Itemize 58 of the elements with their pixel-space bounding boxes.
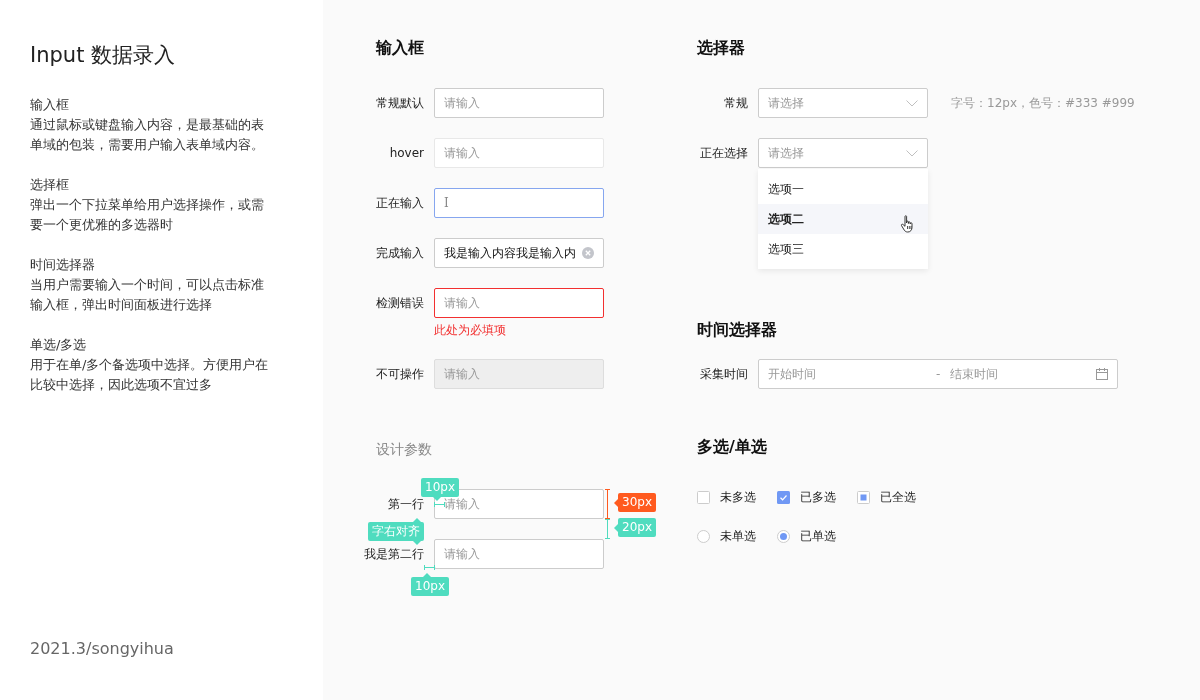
field-label: 第一行: [387, 496, 424, 513]
dimension-line: [434, 502, 445, 507]
input-field[interactable]: I: [434, 188, 604, 218]
checkbox-label: 已多选: [800, 488, 837, 506]
chevron-down-icon: [906, 99, 918, 107]
range-separator: -: [936, 367, 942, 381]
field-label: 完成输入: [376, 245, 424, 262]
radio-label: 已单选: [800, 527, 837, 545]
field-label: 常规: [723, 95, 748, 112]
section-title: 多选/单选: [697, 436, 768, 458]
radio-label: 未单选: [720, 527, 757, 545]
section-title: 时间选择器: [697, 319, 778, 341]
section-subtitle: 设计参数: [376, 440, 433, 458]
field-label: 正在输入: [376, 195, 424, 212]
date-range-field[interactable]: 开始时间 - 结束时间: [758, 359, 1118, 389]
field-label: 检测错误: [376, 295, 424, 312]
hand-pointer-icon: [900, 215, 916, 233]
dropdown-option[interactable]: 选项二: [758, 204, 928, 234]
section-heading: 输入框: [30, 96, 70, 114]
dimension-line: [424, 565, 435, 570]
input-field[interactable]: 请输入: [434, 288, 604, 318]
checkbox[interactable]: [777, 490, 790, 504]
chevron-down-icon: [906, 149, 918, 157]
field-label: hover: [388, 145, 424, 162]
section-heading: 选择框: [30, 176, 70, 194]
input-field[interactable]: 请输入: [434, 88, 604, 118]
select-field[interactable]: 请选择: [758, 138, 928, 168]
field-label: 采集时间: [699, 366, 748, 383]
description-text: 当用户需要输入一个时间，可以点击标准输入框，弹出时间面板进行选择: [30, 276, 265, 314]
input-field[interactable]: 我是输入内容我是输入内: [434, 238, 604, 268]
calendar-icon: [1096, 368, 1108, 380]
dropdown-option[interactable]: 选项三: [758, 234, 928, 264]
section-heading: 时间选择器: [30, 256, 96, 274]
field-label: 我是第二行: [363, 546, 424, 563]
input-field[interactable]: 请输入: [434, 138, 604, 168]
checkbox[interactable]: [857, 490, 870, 504]
checkbox[interactable]: [697, 490, 710, 504]
spec-note: 字号：12px，色号：#333 #999: [951, 95, 1135, 112]
description-text: 通过鼠标或键盘输入内容，是最基础的表单域的包装，需要用户输入表单域内容。: [30, 116, 265, 154]
section-heading: 单选/多选: [30, 336, 88, 354]
input-field[interactable]: 请输入: [434, 539, 604, 569]
error-message: 此处为必填项: [434, 322, 507, 339]
clear-icon[interactable]: [582, 247, 594, 259]
description-text: 用于在单/多个备选项中选择。方便用户在比较中选择，因此选项不宜过多: [30, 356, 270, 394]
checkbox-label: 未多选: [720, 488, 757, 506]
radio-button[interactable]: [777, 529, 790, 543]
page-title: Input 数据录入: [30, 42, 177, 69]
field-label: 正在选择: [699, 145, 748, 162]
checkbox-label: 已全选: [880, 488, 917, 506]
select-field[interactable]: 请选择: [758, 88, 928, 118]
section-title: 输入框: [376, 37, 425, 59]
section-title: 选择器: [697, 37, 746, 59]
field-label: 不可操作: [376, 366, 424, 383]
dropdown-option[interactable]: 选项一: [758, 174, 928, 204]
field-label: 常规默认: [376, 95, 424, 112]
footer-credit: 2021.3/songyihua: [30, 639, 175, 658]
description-text: 弹出一个下拉菜单给用户选择操作，或需要一个更优雅的多选器时: [30, 196, 265, 234]
radio-button[interactable]: [697, 529, 710, 543]
